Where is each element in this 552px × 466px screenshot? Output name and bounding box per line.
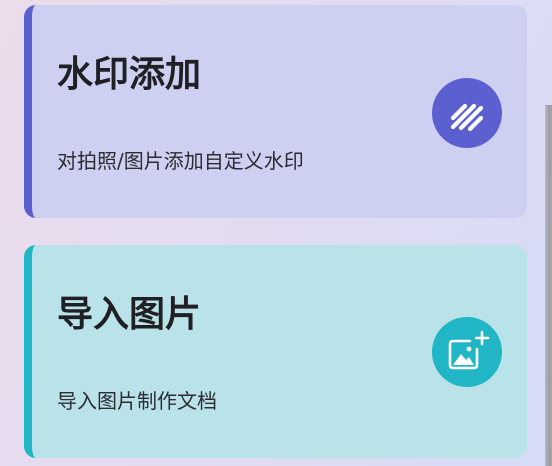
watermark-icon: [450, 103, 484, 132]
watermark-icon-button[interactable]: [432, 78, 502, 148]
image-add-icon-button[interactable]: [432, 317, 502, 387]
image-add-icon: [448, 330, 490, 370]
import-image-card[interactable]: 导入图片 导入图片制作文档: [24, 245, 527, 458]
card-title: 导入图片: [57, 294, 202, 335]
scrollbar[interactable]: [545, 105, 552, 466]
card-subtitle: 导入图片制作文档: [57, 389, 217, 413]
watermark-card[interactable]: 水印添加 对拍照/图片添加自定义水印: [24, 5, 527, 218]
card-subtitle: 对拍照/图片添加自定义水印: [57, 149, 304, 173]
card-title: 水印添加: [57, 54, 202, 95]
